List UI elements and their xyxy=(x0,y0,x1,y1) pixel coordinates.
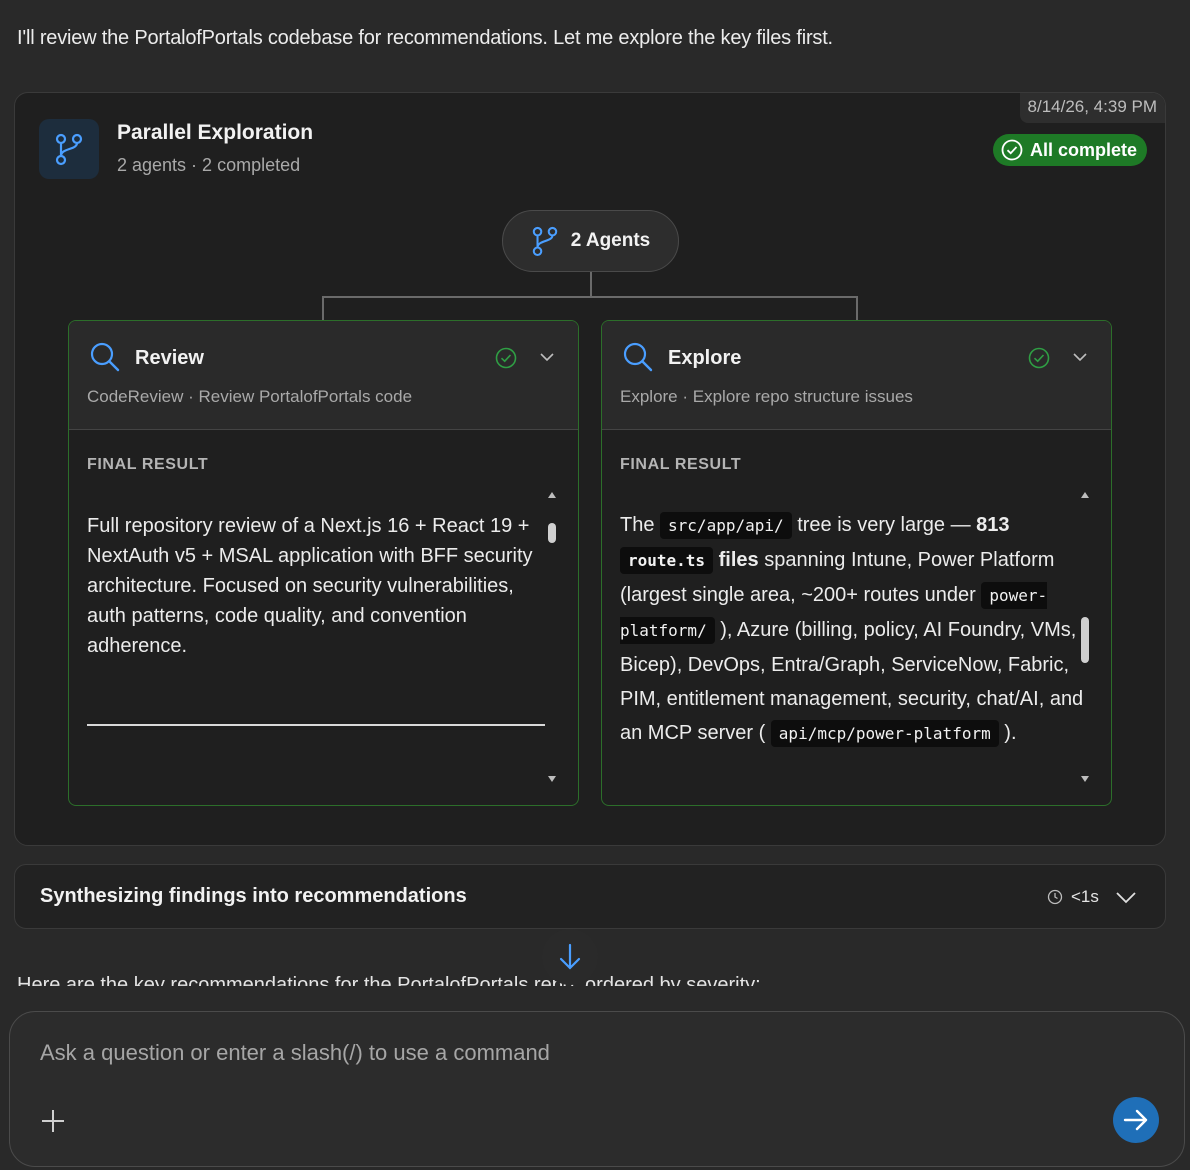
intro-message: I'll review the PortalofPortals codebase… xyxy=(17,27,833,49)
all-complete-badge: All complete xyxy=(993,134,1148,166)
agent-card-explore: Explore Explore · Explore repo structure… xyxy=(601,320,1112,806)
inline-code: api/mcp/power-platform xyxy=(770,720,999,747)
agent-card-review: Review CodeReview · Review PortalofPorta… xyxy=(68,320,579,806)
agent-card-title: Explore xyxy=(668,347,742,369)
scroll-down-arrow[interactable] xyxy=(548,776,556,782)
scrollbar-thumb[interactable] xyxy=(548,523,556,543)
search-icon xyxy=(90,342,120,372)
result-text: The xyxy=(620,514,655,536)
agent-card-title: Review xyxy=(135,347,204,369)
message-composer xyxy=(9,1011,1185,1167)
send-button[interactable] xyxy=(1113,1097,1159,1143)
chevron-down-icon[interactable] xyxy=(1072,349,1088,365)
result-emphasis: 813 xyxy=(976,514,1010,536)
chevron-down-icon[interactable] xyxy=(539,349,555,365)
agent-card-header[interactable]: Review CodeReview · Review PortalofPorta… xyxy=(69,321,578,430)
tree-connector xyxy=(590,272,592,297)
tree-connector xyxy=(322,296,858,298)
tree-connector xyxy=(856,296,858,321)
scroll-down-arrow[interactable] xyxy=(1081,776,1089,782)
check-circle-icon xyxy=(495,347,517,369)
synthesis-meta: <1s xyxy=(1047,887,1137,907)
scroll-up-arrow[interactable] xyxy=(1081,492,1089,498)
final-result-label: FINAL RESULT xyxy=(87,456,209,473)
branch-icon xyxy=(532,226,557,257)
agent-card-subtitle: CodeReview · Review PortalofPortals code xyxy=(87,387,413,406)
scroll-to-bottom-button[interactable] xyxy=(542,929,598,985)
branch-icon xyxy=(39,119,99,179)
parallel-exploration-panel: 8/14/26, 4:39 PM Parallel Exploration 2 … xyxy=(14,92,1166,846)
panel-title: Parallel Exploration xyxy=(117,121,314,144)
result-text: tree is very large — xyxy=(797,514,971,536)
arrow-right-icon xyxy=(1123,1109,1148,1131)
followup-message: Here are the key recommendations for the… xyxy=(17,974,761,986)
inline-code: route.ts xyxy=(620,547,714,574)
synthesis-label: Synthesizing findings into recommendatio… xyxy=(40,885,467,907)
final-result-label: FINAL RESULT xyxy=(620,456,742,473)
divider xyxy=(87,724,545,726)
timestamp: 8/14/26, 4:39 PM xyxy=(1019,93,1165,123)
inline-code: src/app/api/ xyxy=(660,512,792,539)
chat-input[interactable] xyxy=(40,1040,1080,1066)
agents-pill[interactable]: 2 Agents xyxy=(502,210,679,272)
scrollbar-thumb[interactable] xyxy=(1081,617,1089,663)
final-result-text: Full repository review of a Next.js 16 +… xyxy=(87,515,533,657)
result-text: ). xyxy=(1004,722,1017,744)
check-circle-icon xyxy=(1001,139,1023,161)
agent-card-header[interactable]: Explore Explore · Explore repo structure… xyxy=(602,321,1111,430)
synthesis-step[interactable]: Synthesizing findings into recommendatio… xyxy=(14,864,1166,929)
check-circle-icon xyxy=(1028,347,1050,369)
result-emphasis: files xyxy=(718,549,759,571)
plus-icon[interactable] xyxy=(40,1108,66,1134)
synthesis-duration: <1s xyxy=(1071,887,1099,906)
agents-pill-label: 2 Agents xyxy=(570,230,651,251)
clock-icon xyxy=(1047,889,1063,905)
tree-connector xyxy=(322,296,324,321)
search-icon xyxy=(623,342,653,372)
panel-subtitle: 2 agents · 2 completed xyxy=(117,155,301,175)
agent-card-subtitle: Explore · Explore repo structure issues xyxy=(620,387,913,406)
final-result-text: The src/app/api/ tree is very large — 81… xyxy=(620,508,1085,751)
arrow-down-icon xyxy=(559,943,581,970)
chevron-down-icon[interactable] xyxy=(1115,888,1137,906)
scroll-up-arrow[interactable] xyxy=(548,492,556,498)
all-complete-label: All complete xyxy=(1030,139,1138,160)
